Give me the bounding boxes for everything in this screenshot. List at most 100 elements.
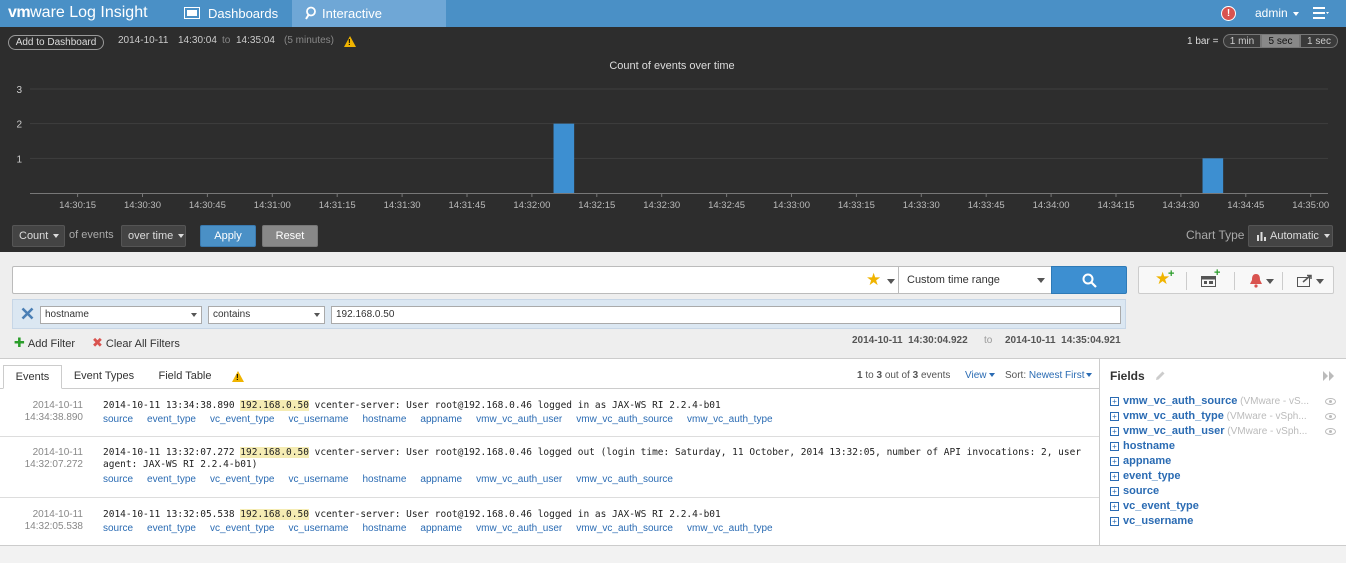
event-field-link[interactable]: vc_username bbox=[288, 474, 348, 485]
chart-bar[interactable] bbox=[553, 123, 575, 193]
event-row[interactable]: 2014-10-11 14:32:05.538 2014-10-11 13:32:… bbox=[0, 498, 1099, 546]
top-navigation-bar: vmware Log Insight Dashboards Interactiv… bbox=[0, 0, 1346, 48]
add-field-icon[interactable]: + bbox=[1110, 486, 1119, 496]
event-field-link[interactable]: source bbox=[103, 523, 133, 534]
interval-5-sec-button[interactable]: 5 sec bbox=[1261, 34, 1300, 48]
event-field-link[interactable]: hostname bbox=[362, 523, 406, 534]
event-field-link[interactable]: vmw_vc_auth_user bbox=[476, 474, 562, 485]
reset-button[interactable]: Reset bbox=[262, 225, 318, 247]
add-field-icon[interactable]: + bbox=[1110, 426, 1119, 436]
filter-value-input[interactable]: 192.168.0.50 bbox=[331, 306, 1121, 324]
event-message[interactable]: 2014-10-11 13:32:05.538 192.168.0.50 vce… bbox=[103, 509, 1088, 521]
aggregate-select[interactable]: Count bbox=[12, 225, 65, 247]
event-field-link[interactable]: hostname bbox=[362, 414, 406, 425]
add-field-icon[interactable]: + bbox=[1110, 396, 1119, 406]
alert-bell-icon[interactable] bbox=[1249, 273, 1263, 288]
paging-to-word: to bbox=[865, 370, 874, 381]
event-message[interactable]: 2014-10-11 13:34:38.890 192.168.0.50 vce… bbox=[103, 400, 1088, 412]
event-field-link[interactable]: vc_event_type bbox=[210, 414, 275, 425]
field-item[interactable]: + event_type bbox=[1110, 470, 1180, 482]
field-item[interactable]: + vc_username bbox=[1110, 515, 1193, 527]
field-item[interactable]: + hostname bbox=[1110, 440, 1175, 452]
events-over-time-chart[interactable]: Count of events over time 1 2 3 14:30:15 14… bbox=[0, 54, 1346, 219]
view-menu[interactable]: View bbox=[965, 370, 995, 381]
event-field-link[interactable]: vmw_vc_auth_source bbox=[576, 474, 673, 485]
query-toolbox: ★ + + bbox=[1138, 266, 1334, 294]
alert-icon[interactable]: ! bbox=[1221, 6, 1236, 21]
filter-field-select[interactable]: hostname bbox=[40, 306, 202, 324]
collapse-panel-icon[interactable] bbox=[1322, 371, 1336, 381]
add-field-icon[interactable]: + bbox=[1110, 471, 1119, 481]
event-message[interactable]: 2014-10-11 13:32:07.272 192.168.0.50 vce… bbox=[103, 447, 1088, 471]
tab-field-table[interactable]: Field Table bbox=[150, 365, 220, 389]
event-field-link[interactable]: vmw_vc_auth_source bbox=[576, 523, 673, 534]
event-field-link[interactable]: appname bbox=[420, 474, 462, 485]
chart-type-select[interactable]: Automatic bbox=[1248, 225, 1333, 247]
apply-button[interactable]: Apply bbox=[200, 225, 256, 247]
event-field-link[interactable]: vc_event_type bbox=[210, 523, 275, 534]
chevron-down-icon bbox=[191, 313, 197, 317]
event-field-link[interactable]: vmw_vc_auth_type bbox=[687, 523, 773, 534]
eye-icon[interactable] bbox=[1325, 428, 1336, 435]
tab-events[interactable]: Events bbox=[3, 365, 62, 389]
field-item[interactable]: + vmw_vc_auth_source (VMware - vS... bbox=[1110, 395, 1309, 407]
chevron-down-icon[interactable] bbox=[1316, 279, 1324, 284]
event-field-link[interactable]: event_type bbox=[147, 414, 196, 425]
eye-icon[interactable] bbox=[1325, 413, 1336, 420]
event-field-link[interactable]: vmw_vc_auth_source bbox=[576, 414, 673, 425]
sort-control[interactable]: Sort: Newest First bbox=[1005, 370, 1093, 381]
event-field-link[interactable]: vc_username bbox=[288, 414, 348, 425]
chevron-down-icon[interactable] bbox=[887, 279, 895, 284]
filter-operator-select[interactable]: contains bbox=[208, 306, 325, 324]
chevron-down-icon[interactable] bbox=[1266, 279, 1274, 284]
event-field-link[interactable]: vc_username bbox=[288, 523, 348, 534]
add-field-icon[interactable]: + bbox=[1110, 501, 1119, 511]
add-field-icon[interactable]: + bbox=[1110, 516, 1119, 526]
search-button[interactable] bbox=[1051, 266, 1127, 294]
event-field-link[interactable]: hostname bbox=[362, 474, 406, 485]
interval-1-min-button[interactable]: 1 min bbox=[1223, 34, 1261, 48]
export-share-icon[interactable] bbox=[1297, 274, 1313, 287]
edit-pencil-icon[interactable] bbox=[1154, 370, 1166, 382]
event-field-link[interactable]: vmw_vc_auth_user bbox=[476, 414, 562, 425]
add-to-dashboard-button[interactable]: Add to Dashboard bbox=[8, 35, 104, 50]
time-range-select[interactable]: Custom time range bbox=[898, 266, 1052, 294]
search-input[interactable]: ★ bbox=[12, 266, 899, 294]
over-time-select[interactable]: over time bbox=[121, 225, 186, 247]
event-field-link[interactable]: source bbox=[103, 474, 133, 485]
field-item[interactable]: + vc_event_type bbox=[1110, 500, 1199, 512]
clear-all-filters-link[interactable]: ✖ Clear All Filters bbox=[92, 335, 180, 351]
field-item[interactable]: + source bbox=[1110, 485, 1159, 497]
warning-icon[interactable]: ! bbox=[232, 371, 244, 382]
add-field-icon[interactable]: + bbox=[1110, 411, 1119, 421]
admin-menu[interactable]: admin bbox=[1255, 0, 1299, 27]
event-row[interactable]: 2014-10-11 14:32:07.272 2014-10-11 13:32:… bbox=[0, 437, 1099, 498]
nav-tab-dashboards[interactable]: Dashboards bbox=[172, 0, 292, 27]
tab-event-types[interactable]: Event Types bbox=[66, 365, 142, 389]
add-filter-link[interactable]: ✚ Add Filter bbox=[14, 335, 75, 351]
interval-1-sec-button[interactable]: 1 sec bbox=[1300, 34, 1338, 48]
hamburger-menu-icon[interactable] bbox=[1313, 7, 1329, 19]
field-item[interactable]: + vmw_vc_auth_type (VMware - vSph... bbox=[1110, 410, 1307, 422]
event-field-link[interactable]: event_type bbox=[147, 523, 196, 534]
event-field-link[interactable]: vc_event_type bbox=[210, 474, 275, 485]
x-tick-label: 14:34:45 bbox=[1227, 200, 1264, 211]
warning-icon[interactable]: ! bbox=[344, 36, 356, 47]
event-field-link[interactable]: appname bbox=[420, 414, 462, 425]
nav-tab-interactive-analytics[interactable]: Interactive Analytics bbox=[292, 0, 446, 48]
event-row[interactable]: 2014-10-11 14:34:38.890 2014-10-11 13:34:… bbox=[0, 389, 1099, 437]
add-field-icon[interactable]: + bbox=[1110, 456, 1119, 466]
event-field-link[interactable]: event_type bbox=[147, 474, 196, 485]
favorite-star-icon[interactable]: ★ bbox=[866, 270, 881, 290]
event-field-link[interactable]: source bbox=[103, 414, 133, 425]
chart-bar[interactable] bbox=[1202, 158, 1224, 193]
eye-icon[interactable] bbox=[1325, 398, 1336, 405]
vmware-log-insight-logo[interactable]: vmware Log Insight bbox=[8, 4, 148, 22]
event-field-link[interactable]: vmw_vc_auth_user bbox=[476, 523, 562, 534]
event-field-link[interactable]: appname bbox=[420, 523, 462, 534]
add-field-icon[interactable]: + bbox=[1110, 441, 1119, 451]
remove-filter-icon[interactable] bbox=[21, 307, 34, 320]
field-item[interactable]: + appname bbox=[1110, 455, 1171, 467]
field-item[interactable]: + vmw_vc_auth_user (VMware - vSph... bbox=[1110, 425, 1307, 437]
event-field-link[interactable]: vmw_vc_auth_type bbox=[687, 414, 773, 425]
